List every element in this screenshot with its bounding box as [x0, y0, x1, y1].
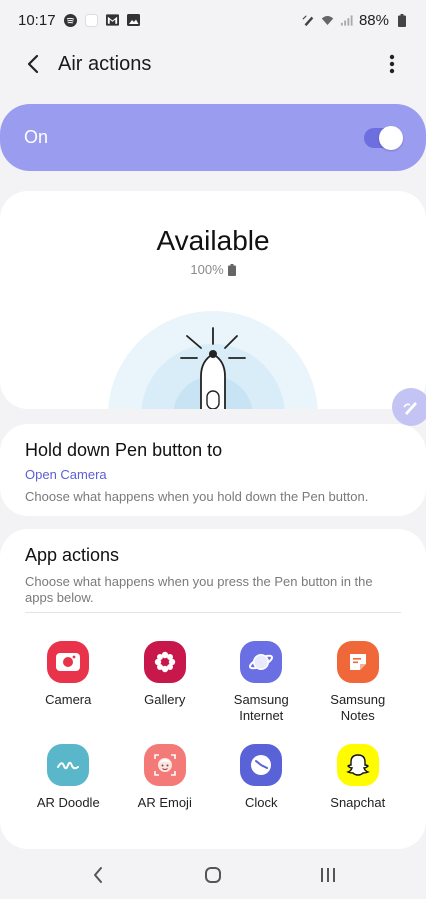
page-title: Air actions [58, 52, 152, 75]
spotify-icon [63, 13, 77, 27]
app-name: AR Emoji [137, 795, 192, 810]
hold-action-description: Choose what happens when you hold down t… [25, 489, 369, 504]
air-command-floating-button[interactable] [392, 388, 426, 426]
spen-icon [302, 14, 315, 27]
gallery-icon [126, 14, 140, 27]
app-name: Gallery [144, 692, 186, 707]
app-actions-title: App actions [25, 545, 120, 565]
gallery-flower-icon [143, 641, 186, 683]
pen-battery: 100% [0, 262, 426, 277]
nav-back-icon [93, 866, 102, 883]
master-toggle[interactable] [364, 125, 403, 150]
app-item-ar-emoji[interactable]: AR Emoji [117, 744, 214, 811]
app-name: Samsung Notes [330, 692, 386, 723]
pen-battery-level: 100% [190, 262, 224, 277]
battery-percent: 88% [358, 11, 389, 29]
app-item-samsung-notes[interactable]: Samsung Notes [310, 641, 407, 724]
nav-home-icon [204, 866, 221, 883]
app-actions-description: Choose what happens when you press the P… [25, 574, 373, 605]
battery-icon [395, 13, 408, 27]
hold-action-title: Hold down Pen button to [25, 440, 223, 460]
clock-icon [240, 744, 283, 786]
nav-home-button[interactable] [183, 855, 243, 895]
nav-recents-button[interactable] [298, 855, 358, 895]
app-name: Clock [244, 795, 278, 810]
navigation-bar [0, 850, 426, 899]
app-name: Samsung Internet [233, 692, 289, 723]
app-item-ar-doodle[interactable]: AR Doodle [20, 744, 117, 811]
more-vertical-icon [389, 54, 395, 74]
nav-back-button[interactable] [68, 855, 128, 895]
toggle-knob [379, 125, 403, 150]
gmail-icon [105, 14, 119, 27]
wifi-icon [321, 14, 334, 27]
hold-action-value: Open Camera [25, 467, 107, 482]
blank-app-icon [84, 13, 98, 27]
pen-status-card: Available 100% [0, 191, 426, 409]
app-item-clock[interactable]: Clock [213, 744, 310, 811]
apps-grid: Camera Gallery Samsung Internet Samsung … [20, 641, 406, 811]
emoji-face-icon [143, 744, 186, 786]
hold-pen-button-setting[interactable]: Hold down Pen button to Open Camera Choo… [0, 424, 426, 516]
back-button[interactable] [10, 41, 56, 87]
nav-recents-icon [321, 867, 336, 882]
camera-icon [47, 641, 90, 683]
spen-illustration [108, 311, 318, 409]
status-time: 10:17 [18, 11, 56, 29]
app-item-snapchat[interactable]: Snapchat [310, 744, 407, 811]
app-item-camera[interactable]: Camera [20, 641, 117, 724]
battery-full-icon [227, 263, 236, 276]
notes-icon [336, 641, 379, 683]
app-item-gallery[interactable]: Gallery [117, 641, 214, 724]
ghost-icon [336, 744, 379, 786]
planet-icon [240, 641, 283, 683]
status-bar: 10:17 88% [0, 0, 426, 40]
master-switch-label: On [24, 127, 49, 147]
chevron-left-icon [27, 54, 39, 74]
app-name: AR Doodle [36, 795, 100, 810]
app-name: Camera [45, 692, 92, 707]
signal-icon [340, 14, 353, 27]
app-bar: Air actions [0, 40, 426, 88]
divider [25, 612, 401, 613]
app-name: Snapchat [330, 795, 386, 810]
more-options-button[interactable] [372, 44, 412, 84]
pen-icon [403, 402, 417, 415]
doodle-icon [47, 744, 90, 786]
app-item-samsung-internet[interactable]: Samsung Internet [213, 641, 310, 724]
pen-status-title: Available [156, 225, 270, 256]
master-switch-bar[interactable]: On [0, 104, 426, 171]
app-actions-card: App actions Choose what happens when you… [0, 529, 426, 849]
